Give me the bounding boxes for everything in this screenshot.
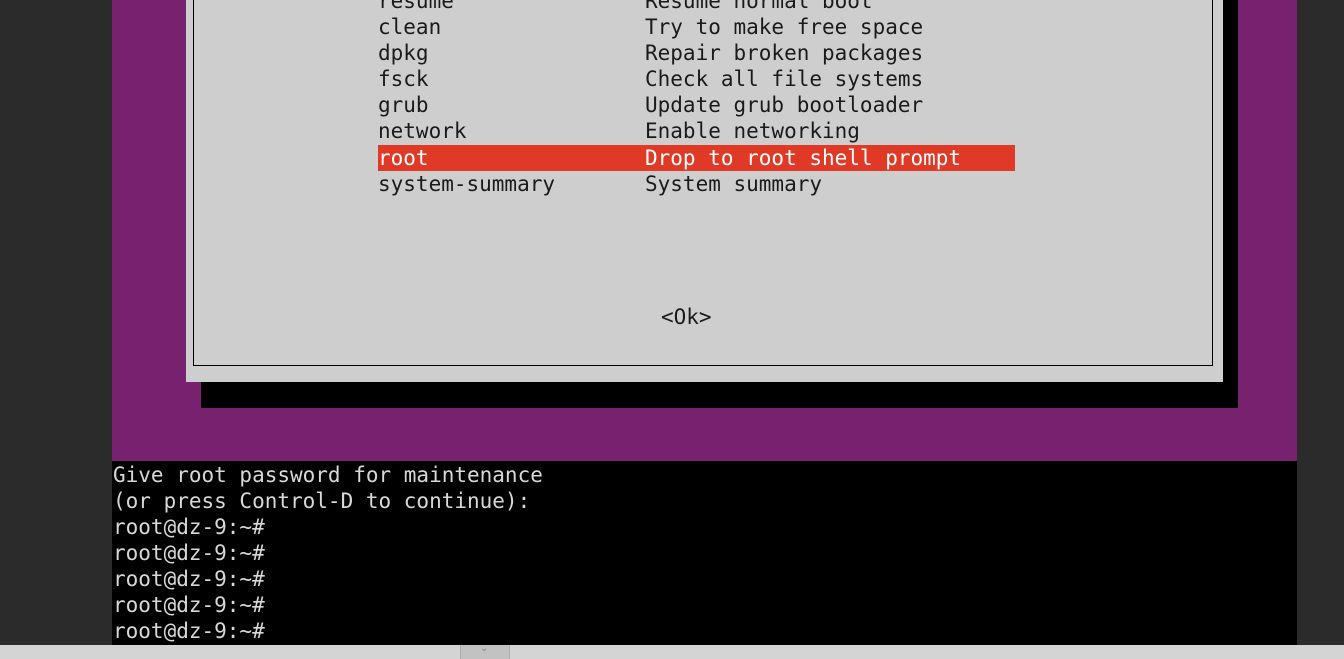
menu-item-fsck[interactable]: fsck Check all file systems xyxy=(378,66,923,92)
menu-item-tag: grub xyxy=(378,93,429,117)
menu-item-description: Repair broken packages xyxy=(645,41,924,65)
menu-item-network[interactable]: network Enable networking xyxy=(378,118,860,144)
menu-item-dpkg[interactable]: dpkg Repair broken packages xyxy=(378,40,923,66)
chevron-down-icon: ⌄ xyxy=(480,643,489,654)
console-line: Give root password for maintenance xyxy=(113,463,543,487)
menu-item-grub[interactable]: grub Update grub bootloader xyxy=(378,92,923,118)
vm-console-screen[interactable]: resume Resume normal boot clean Try to m… xyxy=(112,0,1297,645)
ok-button[interactable]: <Ok> xyxy=(661,304,712,330)
console-line: (or press Control-D to continue): xyxy=(113,489,531,513)
menu-item-description: Try to make free space xyxy=(645,15,924,39)
console-prompt-line: root@dz-9:~# xyxy=(113,541,265,565)
menu-item-tag: clean xyxy=(378,15,442,39)
menu-item-tag: root xyxy=(378,146,429,170)
recovery-menu-dialog: resume Resume normal boot clean Try to m… xyxy=(186,0,1223,382)
bottom-toolbar: ⌄ xyxy=(0,643,1344,659)
menu-item-tag: network xyxy=(378,119,467,143)
console-prompt-line: root@dz-9:~# xyxy=(113,593,265,617)
menu-item-description: System summary xyxy=(645,172,823,196)
console-prompt-line[interactable]: root@dz-9:~# xyxy=(112,618,1297,644)
menu-item-description: Update grub bootloader xyxy=(645,93,924,117)
menu-item-tag: system-summary xyxy=(378,172,556,196)
menu-item-tag: fsck xyxy=(378,67,429,91)
menu-item-description: Check all file systems xyxy=(645,67,924,91)
menu-item-description: Drop to root shell prompt xyxy=(645,146,962,170)
menu-item-description: Enable networking xyxy=(645,119,860,143)
recovery-menu-backdrop: resume Resume normal boot clean Try to m… xyxy=(112,0,1297,461)
console-output: Give root password for maintenance (or p… xyxy=(112,462,1297,644)
menu-item-description: Resume normal boot xyxy=(645,0,873,13)
menu-item-resume[interactable]: resume Resume normal boot xyxy=(378,0,873,14)
toolbar-toggle-handle[interactable]: ⌄ xyxy=(460,643,510,659)
console-prompt-line: root@dz-9:~# xyxy=(113,515,265,539)
menu-item-clean[interactable]: clean Try to make free space xyxy=(378,14,923,40)
console-prompt-line: root@dz-9:~# xyxy=(113,567,265,591)
menu-item-system-summary[interactable]: system-summary System summary xyxy=(378,171,822,197)
menu-item-root[interactable]: root Drop to root shell prompt xyxy=(378,145,1015,171)
menu-item-tag: dpkg xyxy=(378,41,429,65)
menu-item-tag: resume xyxy=(378,0,454,13)
